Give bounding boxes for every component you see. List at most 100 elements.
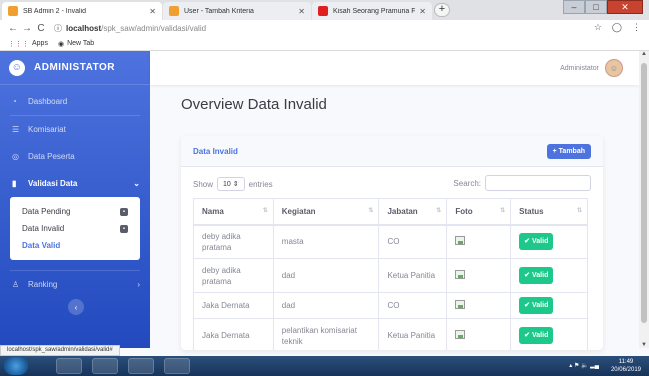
user-dropdown[interactable]: Administator ☺ — [560, 59, 623, 77]
column-header-kegiatan[interactable]: Kegiatan ⇅ — [272, 198, 380, 226]
status-badge[interactable]: ✔ Valid — [519, 233, 554, 251]
browser-tab[interactable]: Kisah Seorang Pramuria Felix Co ✕ — [312, 2, 432, 20]
close-tab-icon[interactable]: ✕ — [298, 7, 305, 16]
start-button[interactable] — [4, 357, 28, 375]
sidebar-item-ranking[interactable]: ♙ Ranking › — [0, 271, 150, 298]
page-scrollbar[interactable]: ▲ ▼ — [639, 51, 649, 348]
submenu-item-label: Data Pending — [22, 207, 71, 216]
sidebar-item-data-peserta[interactable]: ◎ Data Peserta — [0, 143, 150, 170]
url-host: localhost — [66, 24, 102, 33]
clock[interactable]: 11:49 20/06/2019 — [611, 358, 641, 374]
sidebar-item-dashboard[interactable]: ◔ Dashboard — [0, 88, 150, 115]
file-explorer-icon[interactable] — [56, 358, 82, 374]
bookmarks-bar: ⋮⋮⋮ Apps ◉ New Tab — [0, 37, 649, 51]
clock-time: 11:49 — [618, 359, 634, 365]
bookmark-new-tab[interactable]: ◉ New Tab — [58, 40, 94, 48]
cell-foto — [446, 224, 512, 259]
url-path: /spk_saw/admin/validasi/valid — [101, 24, 207, 33]
close-tab-icon[interactable]: ✕ — [419, 7, 426, 16]
entries-select[interactable]: 10 ⇕ — [217, 177, 245, 191]
maximize-icon[interactable]: □ — [585, 0, 607, 14]
table-controls: Show 10 ⇕ entries Search: — [181, 167, 603, 195]
bookmark-star-icon[interactable]: ☆ — [594, 22, 602, 33]
show-label: Show — [193, 179, 214, 189]
column-label: Foto — [455, 206, 473, 216]
users-icon: ◎ — [12, 152, 19, 161]
app-window-icon[interactable] — [164, 358, 190, 374]
column-label: Nama — [202, 206, 224, 216]
validasi-submenu: Data Pending ▪ Data Invalid ▪ Data Valid — [10, 197, 140, 260]
cell-kegiatan: dad — [272, 292, 380, 319]
windows-taskbar: ▴ ⚑ 🔈 ▂▄ 11:49 20/06/2019 — [0, 356, 649, 376]
column-header-nama[interactable]: Nama ⇅ — [193, 198, 274, 226]
sidebar-item-komisariat[interactable]: ☰ Komisariat — [0, 116, 150, 143]
url-field[interactable]: ⓘ localhost /spk_saw/admin/validasi/vali… — [54, 23, 206, 34]
page-title: Overview Data Invalid — [181, 96, 327, 113]
close-tab-icon[interactable]: ✕ — [149, 7, 156, 16]
entries-label: entries — [248, 179, 273, 189]
menu-kebab-icon[interactable]: ⋮ — [632, 22, 641, 33]
cell-foto — [446, 292, 512, 319]
sidebar-brand[interactable]: ☺ ADMINISTATOR — [0, 51, 150, 85]
bookmark-label: Apps — [32, 40, 48, 47]
add-button[interactable]: + Tambah — [546, 143, 591, 159]
sb-admin-favicon-icon — [169, 6, 179, 16]
status-badge[interactable]: ✔ Valid — [519, 297, 554, 314]
submenu-item-valid[interactable]: Data Valid — [10, 237, 140, 254]
cell-jabatan: Ketua Panitia — [378, 258, 448, 293]
reload-icon[interactable]: C — [34, 23, 48, 34]
scroll-down-icon[interactable]: ▼ — [639, 342, 649, 348]
invalid-badge-icon: ▪ — [120, 224, 128, 233]
column-header-jabatan[interactable]: Jabatan ⇅ — [378, 198, 448, 226]
close-window-icon[interactable]: ✕ — [607, 0, 643, 14]
youtube-favicon-icon — [318, 6, 328, 16]
check-icon: ✔ — [524, 332, 530, 339]
data-invalid-card: Data Invalid + Tambah Show 10 ⇕ entries … — [181, 136, 603, 350]
status-badge[interactable]: ✔ Valid — [519, 327, 554, 344]
broken-image-icon — [455, 329, 466, 339]
chrome-icon[interactable] — [92, 358, 118, 374]
browser-tab-label: Kisah Seorang Pramuria Felix Co — [333, 7, 416, 15]
cell-jabatan: CO — [378, 224, 448, 259]
browser-tab-active[interactable]: SB Admin 2 - Invalid ✕ — [2, 2, 162, 20]
info-icon: ⓘ — [54, 24, 62, 33]
column-header-foto[interactable]: Foto ⇅ — [446, 198, 512, 226]
back-arrow-icon[interactable]: ← — [6, 23, 20, 34]
cell-nama: Jaka Dernata — [193, 292, 274, 319]
system-tray-icons: ▴ ⚑ 🔈 ▂▄ — [569, 363, 599, 369]
column-label: Status — [519, 206, 544, 216]
cell-foto — [446, 258, 512, 293]
new-tab-button[interactable]: + — [434, 3, 450, 17]
chevron-down-icon: ⌄ — [133, 179, 140, 188]
table-row: deby adika pratama masta CO ✔ Valid — [193, 224, 588, 259]
sidebar-item-validasi-data[interactable]: ▮ Validasi Data ⌄ — [0, 170, 150, 197]
cell-kegiatan: pelantikan komisariat teknik — [272, 318, 380, 350]
apps-grid-icon: ⋮⋮⋮ — [8, 40, 29, 48]
dashboard-icon: ◔ — [12, 97, 17, 106]
check-icon: ✔ — [524, 302, 530, 309]
browser-tab[interactable]: User - Tambah Kriteria ✕ — [163, 2, 311, 20]
column-label: Kegiatan — [281, 206, 316, 216]
status-badge[interactable]: ✔ Valid — [519, 267, 554, 284]
check-icon: ✔ — [524, 272, 530, 279]
status-label: Valid — [532, 238, 549, 246]
sidebar-toggle-button[interactable]: ‹ — [68, 299, 84, 315]
add-button-label: Tambah — [558, 147, 585, 155]
scroll-up-icon[interactable]: ▲ — [639, 51, 649, 57]
scrollbar-thumb[interactable] — [641, 63, 647, 323]
extension-icon[interactable]: ◯ — [612, 22, 622, 33]
forward-arrow-icon[interactable]: → — [20, 23, 34, 34]
topbar: Administator ☺ — [150, 51, 639, 85]
search-input[interactable] — [485, 175, 591, 191]
cell-jabatan: Ketua Panitia — [378, 318, 448, 350]
table-row: Jaka Dernata pelantikan komisariat tekni… — [193, 318, 588, 350]
submenu-item-pending[interactable]: Data Pending ▪ — [10, 203, 140, 220]
data-table: Nama ⇅ Kegiatan ⇅ Jabatan ⇅ Foto ⇅ Status ⇅ d… — [193, 198, 588, 350]
address-bar: ← → C ⓘ localhost /spk_saw/admin/validas… — [0, 20, 649, 37]
column-header-status[interactable]: Status ⇅ — [510, 198, 588, 226]
bookmark-apps[interactable]: ⋮⋮⋮ Apps — [8, 40, 48, 48]
file-icon: ▮ — [12, 179, 17, 188]
minimize-icon[interactable]: – — [563, 0, 585, 14]
submenu-item-invalid[interactable]: Data Invalid ▪ — [10, 220, 140, 237]
xampp-icon[interactable] — [128, 358, 154, 374]
